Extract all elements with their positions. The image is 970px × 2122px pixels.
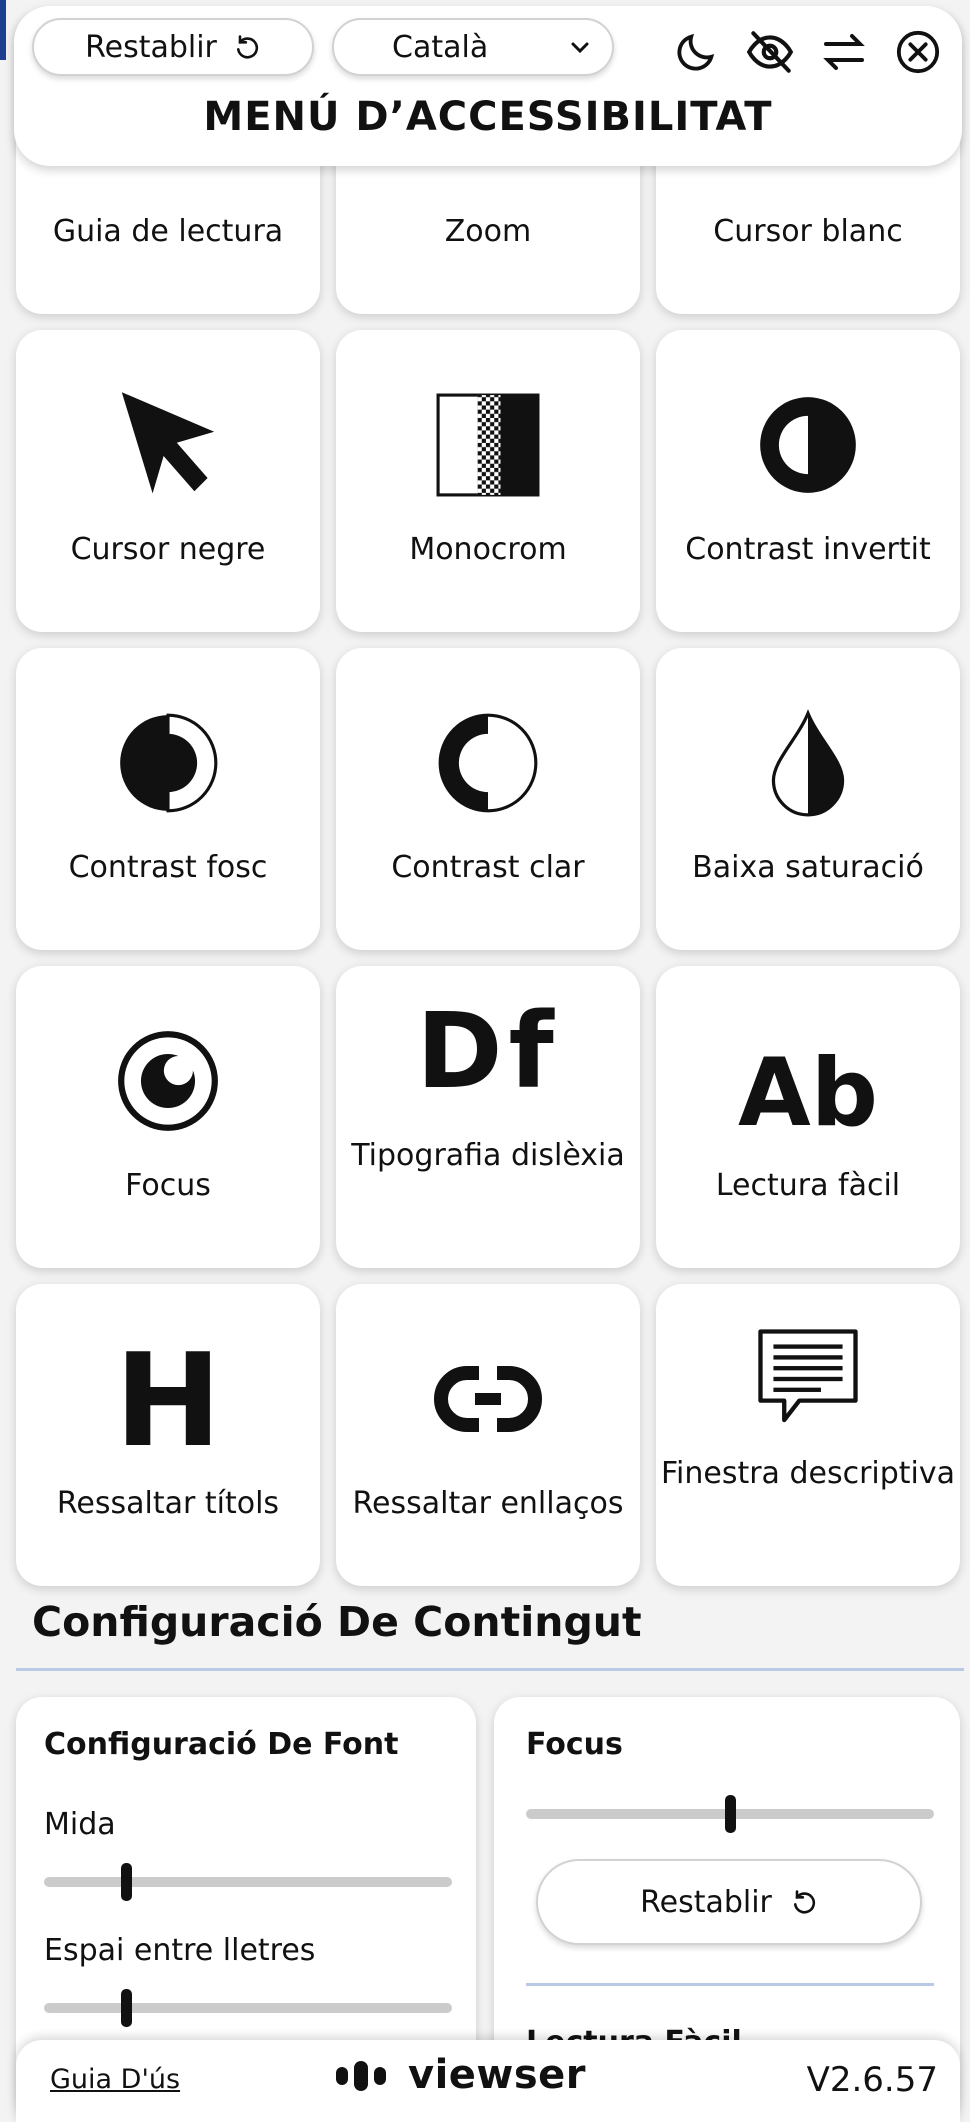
focus-card-divider bbox=[526, 1983, 934, 1986]
focus-slider[interactable] bbox=[526, 1795, 934, 1833]
light-contrast-icon bbox=[336, 708, 640, 818]
reset-focus-label: Restablir bbox=[640, 1884, 772, 1920]
feature-label: Monocrom bbox=[409, 532, 567, 567]
feature-label: Cursor blanc bbox=[713, 214, 903, 249]
accessibility-panel: Restablir Català MENÚ D’ACCESSIBILITAT G… bbox=[0, 0, 970, 2122]
footer: Guia D'ús viewser V2.6.57 bbox=[16, 2040, 960, 2122]
feature-label: Contrast clar bbox=[391, 850, 585, 885]
feature-card-highlight-titles[interactable]: H Ressaltar títols bbox=[16, 1284, 320, 1586]
feature-label: Tipografia dislèxia bbox=[351, 1138, 625, 1173]
feature-card-focus[interactable]: Focus bbox=[16, 966, 320, 1268]
monochrome-icon bbox=[336, 390, 640, 500]
dark-contrast-icon bbox=[16, 708, 320, 818]
easy-reading-glyph: Ab bbox=[737, 1038, 879, 1148]
dyslexia-font-icon: Df bbox=[336, 990, 640, 1112]
user-guide-link[interactable]: Guia D'ús bbox=[50, 2064, 180, 2095]
reset-focus-button[interactable]: Restablir bbox=[536, 1859, 922, 1945]
language-value: Català bbox=[392, 29, 489, 65]
version-label: V2.6.57 bbox=[806, 2060, 938, 2100]
feature-label: Lectura fàcil bbox=[715, 1168, 901, 1203]
black-cursor-icon bbox=[16, 390, 320, 500]
feature-label: Contrast fosc bbox=[68, 850, 268, 885]
letter-spacing-slider[interactable] bbox=[44, 1989, 452, 2027]
section-divider bbox=[16, 1668, 964, 1671]
highlight-titles-icon: H bbox=[16, 1327, 320, 1476]
feature-card-low-saturation[interactable]: Baixa saturació bbox=[656, 648, 960, 950]
reset-icon bbox=[236, 35, 258, 59]
brand-logo: viewser bbox=[334, 2052, 586, 2098]
feature-grid: Guia de lectura Zoom Cursor blanc Cursor… bbox=[16, 12, 960, 1586]
section-title: Configuració De Contingut bbox=[32, 1598, 642, 1646]
feature-label: Contrast invertit bbox=[685, 532, 931, 567]
feature-card-black-cursor[interactable]: Cursor negre bbox=[16, 330, 320, 632]
feature-card-light-contrast[interactable]: Contrast clar bbox=[336, 648, 640, 950]
dyslexia-glyph: Df bbox=[416, 990, 560, 1112]
feature-label: Ressaltar títols bbox=[56, 1486, 280, 1521]
highlight-links-icon bbox=[336, 1344, 640, 1454]
highlight-titles-glyph: H bbox=[114, 1326, 222, 1476]
feature-card-monochrome[interactable]: Monocrom bbox=[336, 330, 640, 632]
language-select[interactable]: Català bbox=[332, 18, 614, 76]
feature-card-dark-contrast[interactable]: Contrast fosc bbox=[16, 648, 320, 950]
feature-card-inverted-contrast[interactable]: Contrast invertit bbox=[656, 330, 960, 632]
size-slider[interactable] bbox=[44, 1863, 452, 1901]
feature-card-easy-reading[interactable]: Ab Lectura fàcil bbox=[656, 966, 960, 1268]
letter-spacing-label: Espai entre lletres bbox=[44, 1933, 316, 1968]
feature-label: Guia de lectura bbox=[52, 214, 284, 249]
feature-label: Baixa saturació bbox=[692, 850, 924, 885]
feature-label: Finestra descriptiva bbox=[660, 1456, 956, 1491]
letter-spacing-slider-thumb[interactable] bbox=[120, 1989, 132, 2027]
feature-card-descriptive-window[interactable]: Finestra descriptiva bbox=[656, 1284, 960, 1586]
size-label: Mida bbox=[44, 1807, 116, 1842]
reset-all-button[interactable]: Restablir bbox=[32, 18, 314, 76]
low-saturation-icon bbox=[656, 708, 960, 818]
eye-off-icon[interactable] bbox=[744, 26, 796, 78]
chevron-down-icon bbox=[571, 42, 589, 54]
brand-name: viewser bbox=[408, 2052, 587, 2098]
feature-label: Zoom bbox=[444, 214, 532, 249]
focus-slider-thumb[interactable] bbox=[725, 1795, 736, 1833]
reset-label: Restablir bbox=[85, 29, 217, 65]
menu-header: Restablir Català MENÚ D’ACCESSIBILITAT bbox=[14, 6, 962, 166]
font-settings-title: Configuració De Font bbox=[44, 1727, 399, 1762]
feature-card-highlight-links[interactable]: Ressaltar enllaços bbox=[336, 1284, 640, 1586]
descriptive-window-icon bbox=[656, 1324, 960, 1434]
inverted-contrast-icon bbox=[656, 390, 960, 500]
feature-label: Ressaltar enllaços bbox=[352, 1486, 624, 1521]
feature-label: Cursor negre bbox=[70, 532, 266, 567]
close-circle-icon[interactable] bbox=[892, 26, 944, 78]
reset-icon bbox=[793, 1890, 815, 1914]
panel-edge bbox=[0, 0, 6, 60]
menu-title: MENÚ D’ACCESSIBILITAT bbox=[203, 94, 773, 140]
focus-settings-title: Focus bbox=[526, 1727, 623, 1762]
brand-mark-icon bbox=[336, 2061, 386, 2091]
moon-icon[interactable] bbox=[670, 26, 722, 78]
feature-label: Focus bbox=[125, 1168, 211, 1203]
focus-icon bbox=[16, 1026, 320, 1136]
swap-arrows-icon[interactable] bbox=[818, 26, 870, 78]
size-slider-thumb[interactable] bbox=[120, 1863, 132, 1901]
feature-card-dyslexia-font[interactable]: Df Tipografia dislèxia bbox=[336, 966, 640, 1268]
easy-reading-icon: Ab bbox=[656, 1038, 960, 1148]
